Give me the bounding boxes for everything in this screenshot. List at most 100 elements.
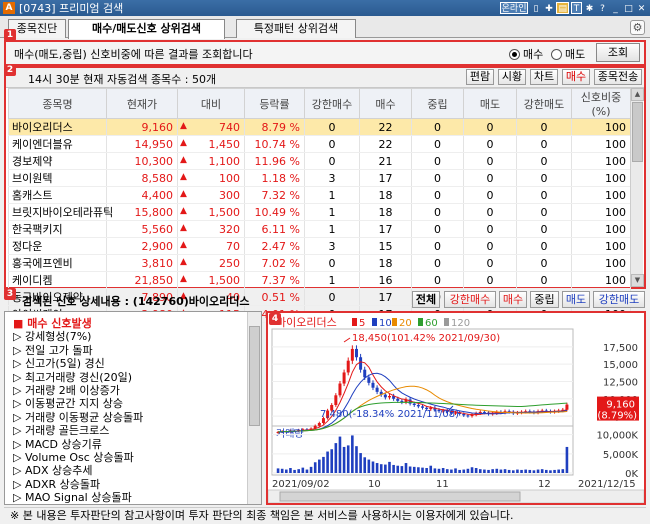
scroll-up-icon[interactable]: ▲: [631, 88, 644, 101]
candle-body: [482, 411, 486, 413]
cell-value: 7.32 %: [261, 188, 300, 202]
cell-value: 17: [378, 171, 393, 185]
volume-bar: [392, 464, 395, 473]
cell-value: 100: [605, 171, 626, 185]
tab-signal-search[interactable]: 매수/매도신호 상위검색: [68, 19, 225, 39]
stock-chart[interactable]: 바이오리더스 5 10 20 60 120 17,500 15,000 12,500 10,000…: [266, 311, 646, 505]
help-icon[interactable]: ?: [597, 2, 608, 14]
table-row[interactable]: 경보제약 10,300 ▲ 1,100 11.96 % 0 21 0 0 0 100: [8, 152, 631, 170]
col-header[interactable]: 매수: [359, 88, 412, 119]
cell-rate: 2.47 %: [244, 237, 305, 255]
gear-icon[interactable]: ⚙: [630, 20, 645, 35]
send-stock-button[interactable]: 종목전송: [594, 69, 642, 85]
table-row[interactable]: 홍국에프엔비 3,810 ▲ 250 7.02 % 0 18 0 0 0 100: [8, 254, 631, 272]
minimize-icon[interactable]: _: [610, 2, 621, 14]
pin-icon[interactable]: ✚: [543, 2, 554, 14]
cell-value: 15: [378, 239, 393, 253]
cell-signal-ratio: 100: [571, 186, 631, 204]
settings-icon[interactable]: ✱: [584, 2, 595, 14]
table-row[interactable]: 홈캐스트 4,400 ▲ 300 7.32 % 1 18 0 0 0 100: [8, 186, 631, 204]
cell-value: 100: [605, 239, 626, 253]
cell-signal-count: 0: [411, 118, 464, 136]
col-header[interactable]: 현재가: [106, 88, 178, 119]
up-triangle-icon: ▲: [180, 154, 187, 165]
signal-scroll-thumb[interactable]: [249, 326, 260, 426]
cell-value: 7.02 %: [261, 256, 300, 270]
volume-bar: [437, 468, 441, 473]
query-button[interactable]: 조회: [596, 43, 640, 62]
signal-scrollbar[interactable]: [247, 312, 261, 504]
col-header[interactable]: 중립: [411, 88, 464, 119]
cell-value: 0: [540, 256, 548, 270]
scroll-down-icon[interactable]: ▼: [631, 274, 644, 287]
candle-body: [412, 403, 416, 405]
cell-value: 0: [486, 239, 494, 253]
cell-value: 0: [328, 256, 336, 270]
cell-change: ▲ 300: [177, 186, 245, 204]
memo-icon[interactable]: ▤: [556, 2, 569, 14]
table-row[interactable]: 브릿지바이오테라퓨틱 15,800 ▲ 1,500 10.49 % 1 18 0 0 0 100: [8, 203, 631, 221]
radio-sell-indicator[interactable]: [551, 48, 562, 60]
candle-body: [359, 357, 363, 370]
table-row[interactable]: 케이엔더블유 14,950 ▲ 1,450 10.74 % 0 22 0 0 0 100: [8, 135, 631, 153]
close-icon[interactable]: ✕: [636, 2, 647, 14]
market-button[interactable]: 시황: [498, 69, 526, 85]
cell-value: 0: [486, 171, 494, 185]
radio-buy[interactable]: 매수: [509, 46, 543, 62]
volume-bar: [289, 468, 292, 473]
table-row[interactable]: 케이디켐 21,850 ▲ 1,500 7.37 % 1 16 0 0 0 100: [8, 271, 631, 289]
volume-bar: [528, 469, 532, 473]
filter-strong-sell-button[interactable]: 강한매도: [593, 291, 645, 308]
cell-signal-count: 18: [359, 186, 412, 204]
signal-item[interactable]: ▷ MAO Signal 상승돌파: [13, 489, 132, 504]
col-header[interactable]: 강한매수: [304, 88, 360, 119]
filter-neutral-button[interactable]: 중립: [530, 291, 559, 308]
filter-all-button[interactable]: 전체: [412, 291, 440, 308]
app-icon: A: [3, 2, 15, 14]
volume-bar: [404, 463, 408, 473]
table-row[interactable]: 브이원텍 8,580 ▲ 100 1.18 % 3 17 0 0 0 100: [8, 169, 631, 187]
col-header[interactable]: 신호비중(%): [571, 88, 631, 119]
mouse-icon[interactable]: ▯: [530, 2, 541, 14]
table-scrollbar[interactable]: ▲ ▼: [630, 88, 644, 287]
up-triangle-icon: ▲: [180, 205, 187, 216]
table-row[interactable]: 바이오리더스 9,160 ▲ 740 8.79 % 0 22 0 0 0 100: [8, 118, 631, 136]
table-row[interactable]: 한국팩키지 5,560 ▲ 320 6.11 % 1 17 0 0 0 100: [8, 220, 631, 238]
chart-button[interactable]: 차트: [530, 69, 558, 85]
volume-bar: [388, 461, 391, 473]
up-triangle-icon: ▲: [180, 188, 187, 199]
cell-signal-count: 0: [411, 203, 464, 221]
filter-buy-button[interactable]: 매수: [499, 291, 527, 308]
cell-signal-count: 18: [359, 203, 412, 221]
cell-value: 21,850: [134, 273, 174, 287]
tab-pattern-search[interactable]: 특정패턴 상위검색: [236, 19, 356, 38]
col-header[interactable]: 대비: [177, 88, 245, 119]
cell-value: 11.96 %: [254, 154, 300, 168]
buy-filter-button[interactable]: 매수: [562, 69, 590, 85]
col-header[interactable]: 종목명: [8, 88, 107, 119]
chart-canvas[interactable]: 바이오리더스 5 10 20 60 120 17,500 15,000 12,500 10,000…: [268, 313, 644, 503]
volume-bar: [346, 445, 350, 473]
radio-sell[interactable]: 매도: [551, 46, 585, 62]
filter-sell-button[interactable]: 매도: [562, 291, 590, 308]
col-header[interactable]: 등락률: [244, 88, 305, 119]
filter-strong-buy-button[interactable]: 강한매수: [444, 291, 496, 308]
volume-bar: [342, 446, 346, 473]
col-header[interactable]: 강한매도: [516, 88, 572, 119]
cell-stock-name: 정다운: [8, 237, 107, 255]
cell-value: 0: [486, 273, 494, 287]
table-row[interactable]: 정다운 2,900 ▲ 70 2.47 % 3 15 0 0 0 100: [8, 237, 631, 255]
radio-buy-indicator[interactable]: [509, 48, 520, 60]
tab-stock-diagnosis[interactable]: 종목진단: [8, 19, 66, 38]
text-toggle-button[interactable]: T: [571, 2, 582, 14]
cell-value: 홍국에프엔비: [12, 257, 73, 270]
handbook-button[interactable]: 편람: [466, 69, 494, 85]
scroll-thumb[interactable]: [632, 102, 643, 162]
cell-value: 100: [605, 222, 626, 236]
query-description: 매수(매도,중립) 신호비중에 따른 결과를 조회합니다: [14, 48, 253, 61]
maximize-icon[interactable]: □: [623, 2, 634, 14]
current-change-label: (8.79%): [597, 411, 637, 422]
online-link-button[interactable]: 온라인: [499, 2, 529, 14]
cell-value: 16: [378, 273, 393, 287]
col-header[interactable]: 매도: [463, 88, 517, 119]
